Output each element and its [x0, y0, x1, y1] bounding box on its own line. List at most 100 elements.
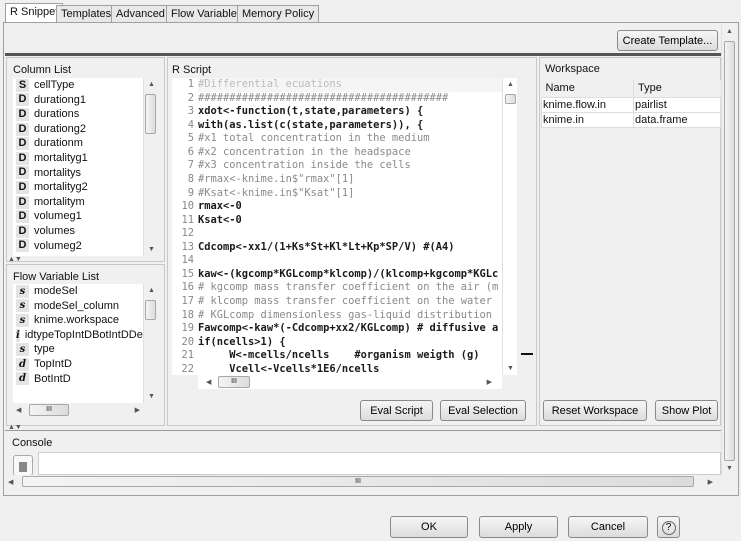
code-text: #Ksat<-knime.in$"Ksat"[1]: [198, 186, 355, 199]
list-item[interactable]: Dvolumeg2: [13, 239, 143, 254]
eval-script-button[interactable]: Eval Script: [360, 400, 433, 421]
list-item[interactable]: d BotIntD: [13, 372, 143, 387]
list-item[interactable]: s type: [13, 342, 143, 357]
tab-r-snippet[interactable]: R Snippet: [5, 3, 64, 23]
ok-button[interactable]: OK: [390, 516, 468, 538]
dialog-hscrollbar[interactable]: ◀ III ▶: [5, 475, 721, 488]
item-label: mortalitys: [34, 166, 82, 179]
code-line: 21 W<-mcells/ncells #organism weigth (g): [172, 349, 502, 363]
list-item[interactable]: Dmortalityg2: [13, 180, 143, 195]
code-text: Ksat<-0: [198, 213, 242, 226]
reset-workspace-button[interactable]: Reset Workspace: [543, 400, 647, 421]
line-number: 14: [172, 254, 198, 268]
list-item[interactable]: Ddurationg2: [13, 122, 143, 137]
splitter-handle[interactable]: [521, 353, 533, 355]
code-line: 12: [172, 227, 502, 241]
list-item[interactable]: Dvolumes: [13, 224, 143, 239]
type-S-icon: S: [16, 78, 29, 92]
code-text: # klcomp mass transfer coefficient on th…: [198, 295, 493, 307]
show-plot-button[interactable]: Show Plot: [655, 400, 718, 421]
line-number: 1: [172, 78, 198, 92]
code-text: # kgcomp mass transfer coefficient on th…: [198, 281, 499, 294]
code-line: 22 Vcell<-Vcells*1E6/ncells: [172, 362, 502, 375]
cancel-button[interactable]: Cancel: [568, 516, 648, 538]
console-output[interactable]: [38, 452, 721, 475]
tab-memory-policy[interactable]: Memory Policy: [237, 5, 320, 23]
code-text: #x1 total concentration in the medium: [198, 132, 430, 145]
list-item[interactable]: i idtypeTopIntDBotIntDDep: [13, 328, 143, 343]
code-line: 18 # KGLcomp dimensionless gas-liquid dis…: [172, 308, 502, 323]
eval-selection-button[interactable]: Eval Selection: [440, 400, 526, 421]
console-stop-button[interactable]: [13, 455, 33, 476]
column-list-title: Column List: [13, 64, 72, 76]
code-line: 6 #x2 concentration in the headspace: [172, 145, 502, 160]
item-label: durationm: [34, 137, 83, 150]
item-label: type: [34, 343, 55, 356]
column-header-name[interactable]: Name: [541, 80, 634, 97]
table-row[interactable]: knime.flow.in pairlist: [541, 96, 721, 113]
r-script-vscrollbar[interactable]: ▲ ▼: [502, 78, 517, 375]
code-line: 17 # klcomp mass transfer coefficient on …: [172, 295, 502, 309]
column-list[interactable]: ScellType Ddurationg1 Ddurations Ddurationg…: [13, 78, 143, 256]
type-s-icon: s: [16, 343, 29, 357]
code-text: kaw<-(kgcomp*KGLcomp*klcomp)/(klcomp+kgc…: [198, 267, 499, 280]
dialog-vscrollbar[interactable]: ▲ ▼: [721, 25, 736, 475]
type-D-icon: D: [16, 93, 29, 107]
tab-flow-variables[interactable]: Flow Variables: [166, 5, 248, 23]
item-label: cellType: [34, 79, 75, 91]
list-item[interactable]: ScellType: [13, 78, 143, 93]
help-button[interactable]: ?: [657, 516, 680, 538]
code-line: 15 kaw<-(kgcomp*KGLcomp*klcomp)/(klcomp+k…: [172, 267, 502, 282]
line-number: 17: [172, 295, 198, 309]
column-list-scrollbar[interactable]: ▲ ▼: [143, 78, 157, 256]
flow-variable-list[interactable]: s modeSel s modeSel_column s knime.workspace i…: [13, 284, 143, 403]
line-number: 15: [172, 267, 198, 282]
code-line: 9 #Ksat<-knime.in$"Ksat"[1]: [172, 186, 502, 201]
code-text: Cdcomp<-xx1/(1+Ks*St+Kl*Lt+Kp*SP/V) #(A4…: [198, 240, 455, 253]
r-script-hscrollbar[interactable]: ◀ III ▶: [198, 375, 502, 389]
type-D-icon: D: [16, 210, 29, 224]
splitter[interactable]: [5, 53, 721, 56]
apply-button[interactable]: Apply: [479, 516, 558, 538]
code-text: ########################################: [198, 91, 449, 104]
flow-variable-hscrollbar[interactable]: ◀ III ▶: [13, 403, 143, 418]
list-item[interactable]: s knime.workspace: [13, 313, 143, 328]
list-item[interactable]: d TopIntD: [13, 357, 143, 372]
line-number: 2: [172, 91, 198, 106]
list-item[interactable]: s modeSel: [13, 284, 143, 299]
list-item[interactable]: Dmortalitys: [13, 166, 143, 181]
item-label: durations: [34, 108, 80, 121]
type-D-icon: D: [16, 151, 29, 165]
list-item[interactable]: Dvolumeg1: [13, 209, 143, 224]
table-row[interactable]: knime.in data.frame: [541, 111, 721, 128]
type-s-icon: s: [16, 313, 29, 327]
list-item[interactable]: Ddurations: [13, 107, 143, 122]
type-D-icon: D: [16, 122, 29, 136]
line-number: 13: [172, 240, 198, 255]
code-text: if(ncells>1) {: [198, 335, 286, 348]
r-script-editor[interactable]: 1#Differential ecuations2###############…: [172, 78, 502, 375]
flow-variable-vscrollbar[interactable]: ▲ ▼: [143, 284, 157, 403]
tab-templates[interactable]: Templates: [56, 5, 117, 23]
list-item[interactable]: Ddurationg1: [13, 93, 143, 108]
splitter-arrows[interactable]: ▲▼: [8, 256, 22, 263]
code-text: #x2 concentration in the headspace: [198, 145, 411, 158]
code-line: 7 #x3 concentration inside the cells: [172, 159, 502, 173]
line-number: 12: [172, 227, 198, 241]
item-label: volumes: [34, 224, 75, 237]
line-number: 6: [172, 145, 198, 160]
list-item[interactable]: Dmortalityg1: [13, 151, 143, 166]
table-cell: knime.in: [541, 111, 634, 128]
code-line: 16 # kgcomp mass transfer coefficient on …: [172, 281, 502, 295]
code-line: 11 Ksat<-0: [172, 213, 502, 228]
list-item[interactable]: Dmortalitym: [13, 195, 143, 210]
workspace-table[interactable]: Name Type knime.flow.in pairlist knime.in da…: [541, 80, 721, 128]
item-label: mortalityg1: [34, 151, 88, 164]
line-number: 10: [172, 200, 198, 214]
tab-advanced[interactable]: Advanced: [111, 5, 170, 23]
create-template-button[interactable]: Create Template...: [617, 30, 718, 51]
item-label: BotIntD: [34, 372, 71, 385]
list-item[interactable]: s modeSel_column: [13, 299, 143, 314]
list-item[interactable]: Ddurationm: [13, 136, 143, 151]
column-header-type[interactable]: Type: [634, 80, 721, 97]
